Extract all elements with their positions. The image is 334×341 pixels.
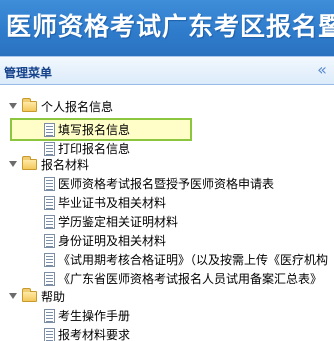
tree-item-label: 身份证明及相关材料 bbox=[58, 234, 167, 248]
tree-item-material-requirements[interactable]: 报考材料要求 bbox=[0, 326, 200, 341]
document-icon bbox=[44, 309, 55, 323]
tree-group-materials[interactable]: 报名材料 bbox=[0, 156, 200, 174]
banner-title: 医师资格考试广东考区报名暨 bbox=[6, 12, 334, 41]
expand-toggle-icon[interactable] bbox=[9, 103, 17, 109]
expand-toggle-icon[interactable] bbox=[9, 161, 17, 167]
document-icon bbox=[44, 215, 55, 229]
document-icon bbox=[44, 142, 55, 156]
tree-item-probation-summary[interactable]: 《广东省医师资格考试报名人员试用备案汇总表》 bbox=[0, 270, 334, 288]
collapse-panel-button[interactable]: « bbox=[314, 60, 330, 80]
folder-open-icon bbox=[22, 98, 37, 112]
header-banner: 医师资格考试广东考区报名暨 bbox=[0, 0, 334, 56]
folder-open-icon bbox=[22, 288, 37, 302]
tree-item-probation-certificate[interactable]: 《试用期考核合格证明》（以及按需上传《医疗机构 bbox=[0, 251, 334, 269]
tree-item-label: 填写报名信息 bbox=[58, 123, 131, 137]
document-icon bbox=[44, 234, 55, 248]
tree-item-application-form[interactable]: 医师资格考试报名暨授予医师资格申请表 bbox=[0, 175, 334, 193]
document-icon bbox=[44, 177, 55, 191]
app-page: 医师资格考试广东考区报名暨 管理菜单 « 个人报名信息 填写报名信息 打印报名信… bbox=[0, 0, 334, 341]
folder-open-icon bbox=[22, 156, 37, 170]
tree-group-label: 帮助 bbox=[41, 290, 66, 304]
tree-item-label: 《广东省医师资格考试报名人员试用备案汇总表》 bbox=[58, 272, 323, 286]
document-icon bbox=[44, 196, 55, 210]
tree-item-label: 报考材料要求 bbox=[58, 328, 131, 341]
document-icon bbox=[44, 328, 55, 341]
panel-title: 管理菜单 bbox=[4, 66, 53, 80]
tree-item-label: 《试用期考核合格证明》（以及按需上传《医疗机构 bbox=[58, 253, 329, 267]
menu-tree: 个人报名信息 填写报名信息 打印报名信息 报名材料 医师资格考试报名暨授予医师资… bbox=[0, 85, 334, 341]
tree-group-help[interactable]: 帮助 bbox=[0, 288, 200, 306]
tree-group-label: 个人报名信息 bbox=[41, 100, 114, 114]
tree-item-fill-info[interactable]: 填写报名信息 bbox=[0, 121, 190, 139]
tree-item-diploma[interactable]: 毕业证书及相关材料 bbox=[0, 194, 334, 212]
menu-panel-header: 管理菜单 « bbox=[0, 56, 334, 85]
tree-item-label: 学历鉴定相关证明材料 bbox=[58, 215, 179, 229]
tree-item-label: 医师资格考试报名暨授予医师资格申请表 bbox=[58, 177, 275, 191]
tree-group-label: 报名材料 bbox=[41, 158, 90, 172]
tree-group-personal-info[interactable]: 个人报名信息 bbox=[0, 98, 200, 116]
document-icon bbox=[44, 123, 55, 137]
tree-item-user-manual[interactable]: 考生操作手册 bbox=[0, 307, 200, 325]
tree-item-degree-verification[interactable]: 学历鉴定相关证明材料 bbox=[0, 213, 334, 231]
tree-item-label: 考生操作手册 bbox=[58, 309, 131, 323]
tree-item-label: 毕业证书及相关材料 bbox=[58, 196, 167, 210]
document-icon bbox=[44, 272, 55, 286]
document-icon bbox=[44, 253, 55, 267]
tree-item-identity[interactable]: 身份证明及相关材料 bbox=[0, 232, 334, 250]
expand-toggle-icon[interactable] bbox=[9, 293, 17, 299]
